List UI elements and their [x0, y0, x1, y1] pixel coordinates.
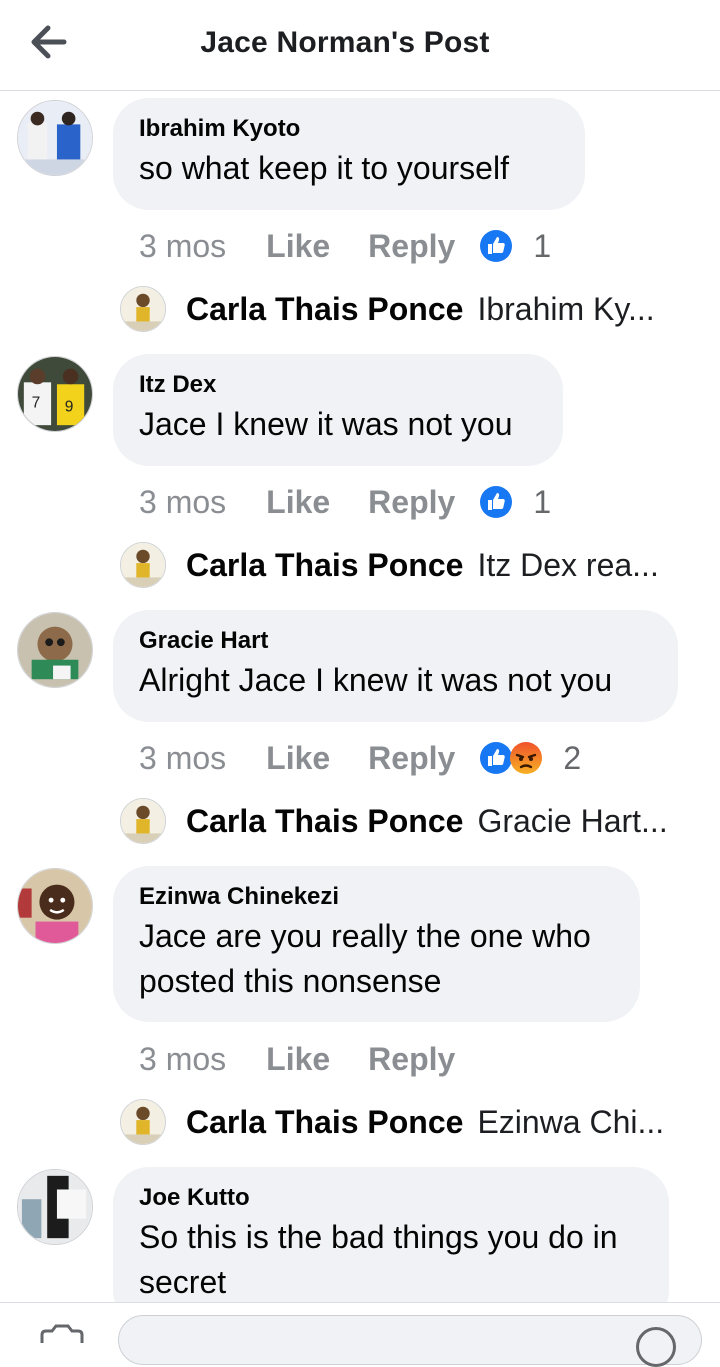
svg-text:7: 7 — [32, 395, 41, 412]
reply-snippet: Gracie Hart... — [477, 802, 668, 839]
camera-icon[interactable] — [36, 1323, 88, 1343]
like-button[interactable]: Like — [266, 740, 330, 777]
like-reaction-icon — [480, 230, 513, 262]
comment-text: Jace I knew it was not you — [139, 406, 513, 442]
comment-timestamp[interactable]: 3 mos — [139, 484, 226, 521]
comment-author[interactable]: Ibrahim Kyoto — [139, 114, 559, 144]
avatar[interactable]: 79 — [17, 356, 93, 432]
avatar[interactable] — [17, 868, 93, 944]
emoji-icon[interactable] — [636, 1327, 676, 1367]
comment-bubble[interactable]: Ezinwa Chinekezi Jace are you really the… — [113, 866, 640, 1022]
reply-snippet: Ibrahim Ky... — [477, 290, 655, 327]
like-reaction-icon — [480, 486, 513, 518]
reply-author: Carla Thais Ponce — [186, 1103, 464, 1140]
avatar[interactable] — [17, 100, 93, 176]
angry-reaction-icon — [510, 742, 543, 774]
comment-author[interactable]: Joe Kutto — [139, 1183, 643, 1213]
reply-preview[interactable]: Carla Thais Ponce Itz Dex rea... — [120, 540, 659, 590]
comment-timestamp[interactable]: 3 mos — [139, 228, 226, 265]
avatar[interactable] — [17, 1169, 93, 1245]
reaction-count: 1 — [533, 227, 552, 264]
comment-bubble[interactable]: Ibrahim Kyoto so what keep it to yoursel… — [113, 98, 585, 210]
comment-author[interactable]: Itz Dex — [139, 370, 537, 400]
reply-snippet: Itz Dex rea... — [477, 546, 659, 583]
reply-avatar — [120, 1099, 166, 1145]
reply-snippet: Ezinwa Chi... — [477, 1103, 665, 1140]
reactions-summary[interactable]: 1 — [479, 484, 551, 521]
reactions-summary[interactable]: 1 — [479, 228, 551, 265]
comment-actions: 3 mos Like Reply 2 — [139, 738, 581, 778]
comment-text-line: So this is the bad things you do in — [139, 1219, 618, 1255]
svg-text:9: 9 — [65, 399, 74, 416]
comment-timestamp[interactable]: 3 mos — [139, 740, 226, 777]
comment-bubble[interactable]: Gracie Hart Alright Jace I knew it was n… — [113, 610, 678, 722]
reaction-count: 1 — [533, 483, 552, 520]
avatar[interactable] — [17, 612, 93, 688]
comment-author[interactable]: Gracie Hart — [139, 626, 652, 656]
like-button[interactable]: Like — [266, 1041, 330, 1078]
comment-text: so what keep it to yourself — [139, 150, 509, 186]
reply-author: Carla Thais Ponce — [186, 546, 464, 583]
reaction-count: 2 — [563, 739, 582, 776]
top-bar: Jace Norman's Post — [0, 0, 720, 91]
comment-text-line: secret — [139, 1264, 227, 1300]
comment-actions: 3 mos Like Reply 1 — [139, 482, 551, 522]
like-button[interactable]: Like — [266, 484, 330, 521]
reply-avatar — [120, 286, 166, 332]
reply-button[interactable]: Reply — [368, 484, 455, 521]
reply-preview[interactable]: Carla Thais Ponce Ezinwa Chi... — [120, 1097, 664, 1147]
reply-author: Carla Thais Ponce — [186, 290, 464, 327]
reactions-summary[interactable]: 2 — [479, 740, 581, 777]
comment-actions: 3 mos Like Reply — [139, 1039, 479, 1079]
like-button[interactable]: Like — [266, 228, 330, 265]
comment-actions: 3 mos Like Reply 1 — [139, 226, 551, 266]
comment-composer-bar — [0, 1302, 720, 1367]
reply-button[interactable]: Reply — [368, 1041, 455, 1078]
comment-text: Alright Jace I knew it was not you — [139, 662, 613, 698]
reply-button[interactable]: Reply — [368, 740, 455, 777]
comment-author[interactable]: Ezinwa Chinekezi — [139, 882, 614, 912]
comment-input[interactable] — [118, 1315, 702, 1365]
like-reaction-icon — [480, 742, 513, 774]
comment-text-line: Jace are you really the one who — [139, 918, 591, 954]
reply-avatar — [120, 798, 166, 844]
comment-bubble[interactable]: Itz Dex Jace I knew it was not you — [113, 354, 563, 466]
comment-timestamp[interactable]: 3 mos — [139, 1041, 226, 1078]
reply-button[interactable]: Reply — [368, 228, 455, 265]
page-title: Jace Norman's Post — [200, 26, 490, 59]
comment-text-line: posted this nonsense — [139, 963, 442, 999]
reply-author: Carla Thais Ponce — [186, 802, 464, 839]
reply-avatar — [120, 542, 166, 588]
reply-preview[interactable]: Carla Thais Ponce Ibrahim Ky... — [120, 284, 655, 334]
reply-preview[interactable]: Carla Thais Ponce Gracie Hart... — [120, 796, 668, 846]
